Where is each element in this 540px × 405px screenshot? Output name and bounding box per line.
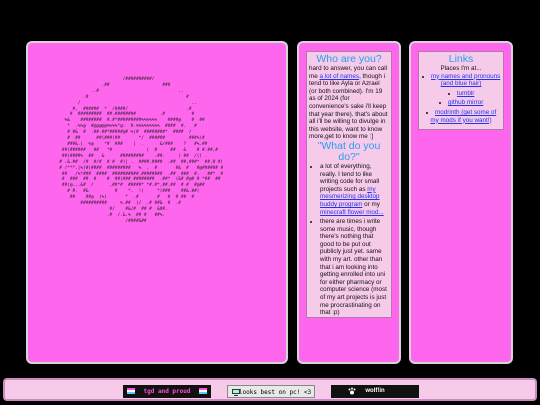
ascii-art: /##########/ .## ### ..# .. .# # / .. #,… bbox=[59, 77, 224, 224]
activity-text: there are times i write some music, thou… bbox=[320, 218, 387, 317]
ascii-art-panel: /##########/ .## ### ..# .. .# # / .. #,… bbox=[26, 41, 288, 364]
list-item: tumblr bbox=[421, 90, 501, 98]
flag-icon bbox=[127, 388, 135, 394]
badge-label: looks best on pc! <3 bbox=[238, 389, 312, 396]
tumblr-link[interactable]: tumblr bbox=[457, 90, 475, 97]
best-on-pc-badge[interactable]: looks best on pc! <3 bbox=[227, 385, 315, 398]
about-intro: hard to answer, you can call me a lot of… bbox=[309, 65, 389, 141]
links-panel: Links Places I'm at... my names and pron… bbox=[409, 41, 513, 364]
pronouns-link[interactable]: my names and pronouns (and blue hair) bbox=[431, 73, 500, 88]
badge-label: tgd and proud bbox=[143, 388, 191, 395]
what-do-you-do-heading: "What do you do?" bbox=[317, 139, 381, 163]
list-item: modrinth (get some of my mods if you wan… bbox=[421, 109, 501, 124]
paw-icon bbox=[348, 387, 356, 395]
github-mirror-link[interactable]: github mirror bbox=[448, 99, 483, 106]
links-intro: Places I'm at... bbox=[440, 65, 482, 72]
list-item: there are times i write some music, thou… bbox=[320, 218, 389, 317]
about-heading: Who are you? bbox=[316, 53, 382, 65]
about-intro-text-2: , though i tend to like Ayla or Azrael (… bbox=[309, 72, 388, 141]
about-card: Who are you? hard to answer, you can cal… bbox=[306, 51, 392, 318]
list-item: a lot of everything, really. I tend to l… bbox=[320, 163, 389, 216]
wolfkin-badge[interactable]: wolf!in bbox=[331, 385, 419, 398]
footer-bar: tgd and proud looks best on pc! <3 wolf!… bbox=[3, 378, 537, 401]
flower-mod-link[interactable]: minecraft flower mod... bbox=[320, 209, 384, 216]
activity-text: or my bbox=[362, 200, 380, 208]
about-panel: Who are you? hard to answer, you can cal… bbox=[297, 41, 401, 364]
links-heading: Links bbox=[448, 53, 474, 65]
tgd-proud-badge[interactable]: tgd and proud bbox=[123, 385, 211, 398]
modrinth-link[interactable]: modrinth (get some of my mods if you wan… bbox=[430, 109, 496, 124]
list-item: github mirror bbox=[421, 99, 501, 107]
names-link[interactable]: a lot of names bbox=[320, 73, 360, 80]
computer-icon bbox=[232, 389, 240, 396]
badge-label: wolf!in bbox=[365, 388, 385, 394]
list-item: my names and pronouns (and blue hair) bbox=[421, 73, 501, 88]
links-list: my names and pronouns (and blue hair) tu… bbox=[421, 73, 501, 125]
activities-list: a lot of everything, really. I tend to l… bbox=[309, 163, 389, 317]
flag-icon bbox=[199, 388, 207, 394]
links-card: Links Places I'm at... my names and pron… bbox=[418, 51, 504, 131]
